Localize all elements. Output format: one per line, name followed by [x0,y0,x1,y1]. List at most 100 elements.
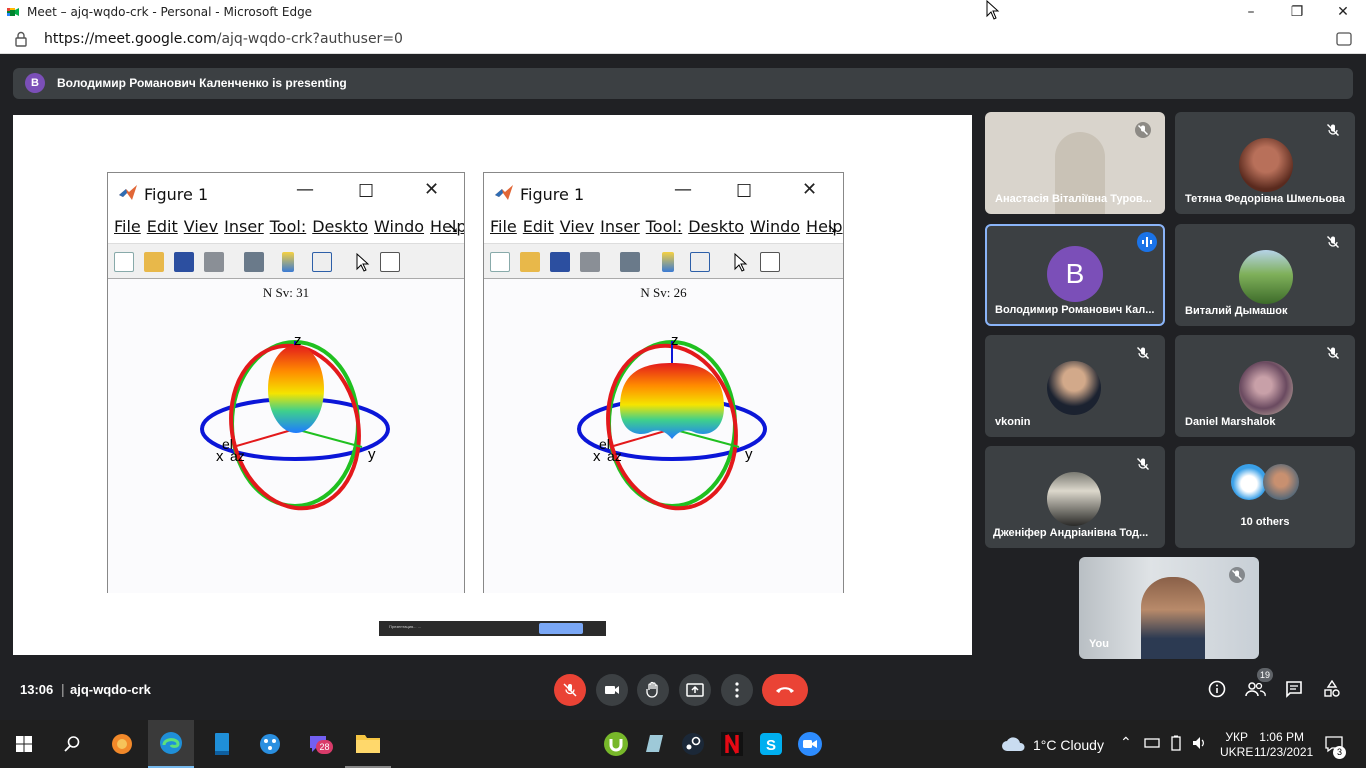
show-hidden-icons-chevron-icon[interactable]: ⌃ [1120,734,1132,751]
figure-minimize-button[interactable]: — [674,179,692,200]
matlab-figure-right[interactable]: Figure 1 — ☐ ✕ File Edit Viev Inser Tool… [483,172,844,593]
print-icon[interactable] [204,252,224,272]
participant-tile[interactable]: Тетяна Федорівна Шмельова [1175,112,1355,214]
address-bar[interactable]: https://meet.google.com/ajq-wqdo-crk?aut… [0,24,1366,54]
input-language-indicator[interactable]: УКР UKRE [1220,730,1253,760]
network-tray-icon[interactable] [1144,736,1160,750]
taskbar-app-browser[interactable] [108,730,136,758]
app-available-icon[interactable] [1336,32,1352,46]
menu-edit[interactable]: Edit [147,217,178,241]
property-editor-icon[interactable] [380,252,400,272]
property-editor-icon[interactable] [760,252,780,272]
taskbar-app-explorer[interactable] [345,720,391,768]
lock-icon[interactable] [14,31,28,47]
self-view-tile[interactable]: You [1079,557,1259,659]
menu-window[interactable]: Windo [750,217,800,241]
participant-name: Володимир Романович Кал... [995,304,1155,316]
participant-tile[interactable]: vkonin [985,335,1165,437]
colorbar-icon[interactable] [662,252,674,272]
cursor-icon[interactable] [730,252,750,272]
volume-icon[interactable] [1192,735,1208,751]
menu-insert[interactable]: Inser [600,217,640,241]
chat-button[interactable] [1283,678,1305,700]
save-icon[interactable] [174,252,194,272]
taskbar-app-netflix[interactable] [718,730,746,758]
participant-tile[interactable]: Daniel Marshalok [1175,335,1355,437]
leave-call-button[interactable] [762,674,808,706]
taskbar-app-utorrent[interactable] [602,730,630,758]
link-plot-icon[interactable] [620,252,640,272]
menu-file[interactable]: File [490,217,517,241]
participant-tile-speaking[interactable]: В Володимир Романович Кал... [985,224,1165,326]
participant-avatar [1239,138,1293,192]
new-figure-icon[interactable] [490,252,510,272]
figure-close-button[interactable]: ✕ [802,179,817,200]
print-icon[interactable] [580,252,600,272]
taskbar-app-skype[interactable]: S [757,730,785,758]
menu-overflow-icon[interactable]: ➘ [827,221,838,237]
minimize-button[interactable]: – [1228,0,1274,24]
radiation-pattern-plot: z x y el az [577,332,767,511]
url-text[interactable]: https://meet.google.com/ajq-wqdo-crk?aut… [44,31,403,47]
participant-tile[interactable]: Виталий Дымашок [1175,224,1355,326]
menu-window[interactable]: Windo [374,217,424,241]
sharing-notice-button[interactable] [539,623,583,634]
figure-close-button[interactable]: ✕ [424,179,439,200]
present-now-button[interactable] [679,674,711,706]
figure-plot-area[interactable]: N Sv: 26 z x y el az [484,279,843,593]
menu-overflow-icon[interactable]: ➘ [448,221,459,237]
participant-avatar [1239,361,1293,415]
menu-view[interactable]: Viev [560,217,594,241]
menu-tools[interactable]: Tool: [270,217,306,241]
start-button[interactable] [10,730,38,758]
close-button[interactable]: ✕ [1320,0,1366,24]
taskbar-app-steam[interactable] [679,730,707,758]
colorbar-icon[interactable] [282,252,294,272]
system-clock[interactable]: 1:06 PM 11/23/2021 [1254,730,1313,760]
more-options-button[interactable] [721,674,753,706]
participant-tile[interactable]: Дженіфер Андріанівна Тод... [985,446,1165,548]
taskbar-app-notes[interactable] [640,730,668,758]
menu-file[interactable]: File [114,217,141,241]
taskbar-app-edge-active[interactable] [148,720,194,768]
open-file-icon[interactable] [144,252,164,272]
legend-icon[interactable] [312,252,332,272]
meeting-details-button[interactable] [1206,678,1228,700]
clock-time: 1:06 PM [1259,730,1304,744]
matlab-figure-left[interactable]: Figure 1 — ☐ ✕ File Edit Viev Inser Tool… [107,172,465,593]
save-icon[interactable] [550,252,570,272]
figure-plot-area[interactable]: N Sv: 31 z x y el az [108,279,464,593]
microphone-toggle-button[interactable] [554,674,586,706]
new-figure-icon[interactable] [114,252,134,272]
cloud-weather-icon[interactable] [1001,735,1027,753]
search-button[interactable] [58,730,86,758]
menu-view[interactable]: Viev [184,217,218,241]
menu-insert[interactable]: Inser [224,217,264,241]
menu-desktop[interactable]: Deskto [688,217,744,241]
cursor-icon[interactable] [352,252,372,272]
menu-desktop[interactable]: Deskto [312,217,368,241]
meeting-time: 13:06 [20,682,54,697]
taskbar-app-network[interactable] [256,730,284,758]
weather-text[interactable]: 1°C Cloudy [1033,737,1104,753]
legend-icon[interactable] [690,252,710,272]
taskbar-app-zoom[interactable] [796,730,824,758]
shared-screen[interactable]: Figure 1 — ☐ ✕ File Edit Viev Inser Tool… [13,115,972,655]
camera-toggle-button[interactable] [596,674,628,706]
figure-minimize-button[interactable]: — [296,179,314,200]
menu-edit[interactable]: Edit [523,217,554,241]
participant-tile[interactable]: Анастасія Віталіївна Туров... [985,112,1165,214]
taskbar-app-file[interactable] [208,730,236,758]
link-plot-icon[interactable] [244,252,264,272]
mic-off-icon [563,683,577,697]
raise-hand-button[interactable] [637,674,669,706]
menu-tools[interactable]: Tool: [646,217,682,241]
open-file-icon[interactable] [520,252,540,272]
figure-maximize-button[interactable]: ☐ [736,181,752,202]
participant-tile-others[interactable]: 10 others [1175,446,1355,548]
battery-icon[interactable] [1170,735,1182,751]
figure-toolbar [108,243,464,279]
activities-button[interactable] [1321,678,1343,700]
restore-button[interactable]: ❐ [1274,0,1320,24]
figure-maximize-button[interactable]: ☐ [358,181,374,202]
